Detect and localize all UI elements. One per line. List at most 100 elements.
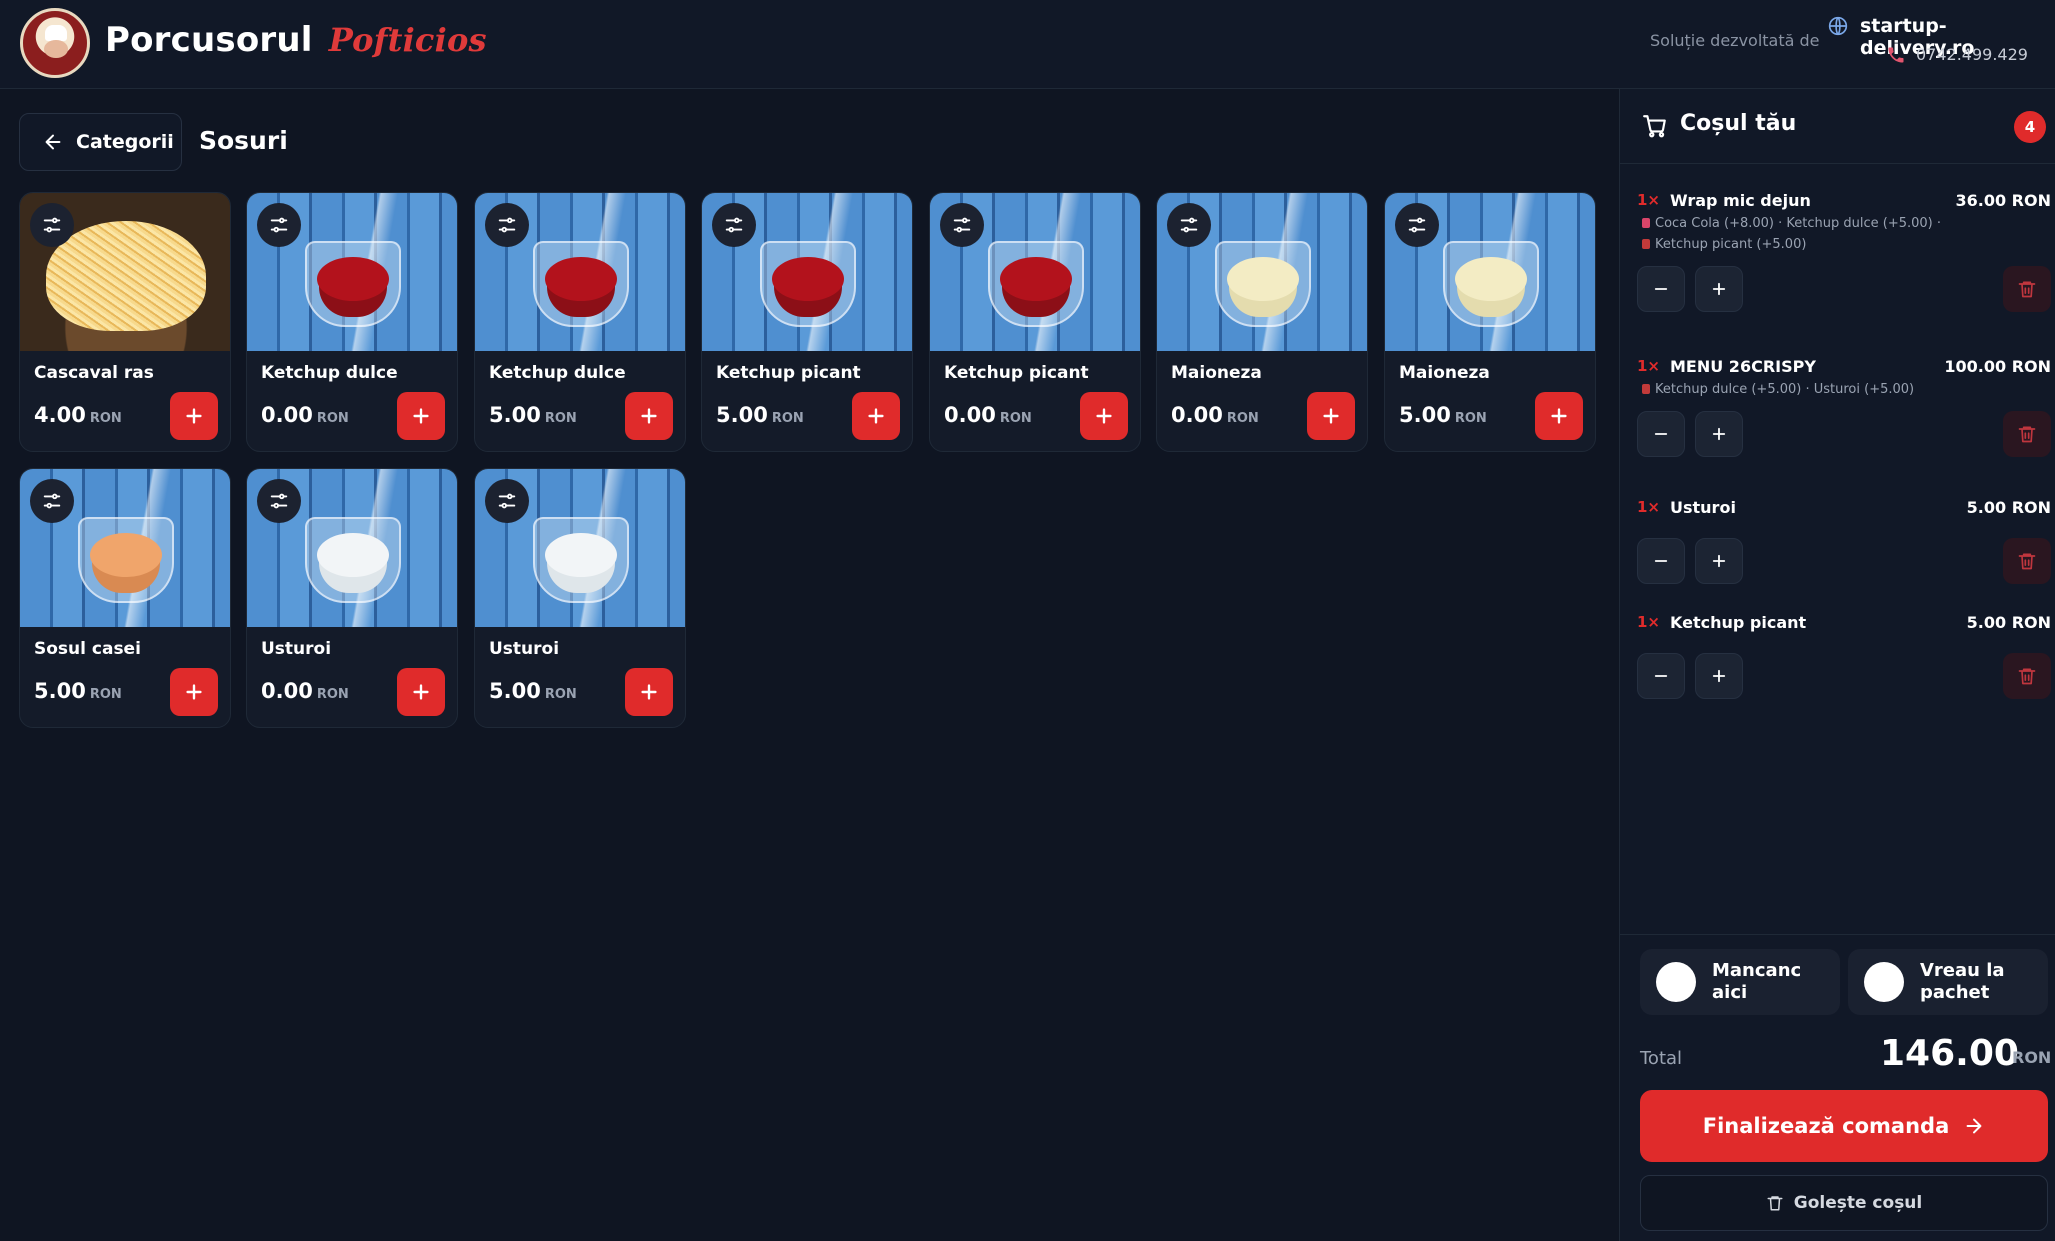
decrease-qty-button[interactable] (1637, 266, 1685, 312)
product-options-button[interactable] (1395, 203, 1439, 247)
takeaway-option[interactable]: Vreau la pachet (1848, 949, 2048, 1015)
back-to-categories-button[interactable]: Categorii (19, 113, 182, 171)
product-name: Ketchup dulce (261, 363, 398, 383)
product-name: Maioneza (1171, 363, 1262, 383)
remove-item-button[interactable] (2003, 266, 2051, 312)
add-to-cart-button[interactable] (1080, 392, 1128, 440)
product-options-button[interactable] (257, 479, 301, 523)
decrease-qty-button[interactable] (1637, 411, 1685, 457)
cart-item-name: MENU 26CRISPY (1670, 357, 1816, 376)
product-price-value: 0.00 (944, 403, 996, 427)
product-name: Ketchup picant (716, 363, 861, 383)
increase-qty-button[interactable] (1695, 411, 1743, 457)
cart-item-qty: 1× (1637, 191, 1661, 209)
total-currency: RON (2012, 1048, 2052, 1067)
product-options-button[interactable] (485, 479, 529, 523)
add-to-cart-button[interactable] (397, 668, 445, 716)
product-currency: RON (1226, 411, 1259, 426)
trash-icon (1767, 1196, 1783, 1211)
plus-icon (410, 405, 432, 427)
cart-item-qty: 1× (1637, 357, 1661, 375)
phone-link[interactable]: 0742.499.429 (1916, 45, 2028, 64)
plus-icon (183, 405, 205, 427)
total-label: Total (1640, 1048, 1683, 1069)
add-to-cart-button[interactable] (170, 668, 218, 716)
product-card[interactable]: Ketchup picant 5.00 RON (701, 192, 913, 452)
product-card[interactable]: Sosul casei 5.00 RON (19, 468, 231, 728)
cart-item-name: Usturoi (1670, 498, 1736, 517)
arrow-left-icon (45, 134, 61, 150)
plus-icon (638, 405, 660, 427)
product-options-button[interactable] (940, 203, 984, 247)
product-price: 0.00 RON (261, 679, 349, 703)
product-card[interactable]: Ketchup picant 0.00 RON (929, 192, 1141, 452)
dine-in-option[interactable]: Mancanc aici (1640, 949, 1840, 1015)
cart-item-price: 100.00 RON (1944, 357, 2051, 376)
product-options-button[interactable] (30, 479, 74, 523)
add-to-cart-button[interactable] (852, 392, 900, 440)
product-currency: RON (1454, 411, 1487, 426)
brand-title[interactable]: Porcusorul Pofticios (105, 20, 487, 60)
product-card[interactable]: Usturoi 0.00 RON (246, 468, 458, 728)
sliders-icon (496, 490, 518, 512)
product-price: 5.00 RON (716, 403, 804, 427)
category-title: Sosuri (199, 126, 288, 155)
product-card[interactable]: Maioneza 5.00 RON (1384, 192, 1596, 452)
option-icon (1642, 239, 1650, 249)
add-to-cart-button[interactable] (397, 392, 445, 440)
minus-icon (1652, 280, 1670, 298)
option-icon (1642, 218, 1650, 228)
decrease-qty-button[interactable] (1637, 538, 1685, 584)
remove-item-button[interactable] (2003, 653, 2051, 699)
brand-logo[interactable] (20, 8, 90, 78)
product-card[interactable]: Usturoi 5.00 RON (474, 468, 686, 728)
product-name: Ketchup dulce (489, 363, 626, 383)
product-options-button[interactable] (30, 203, 74, 247)
product-price-value: 0.00 (1171, 403, 1223, 427)
remove-item-button[interactable] (2003, 538, 2051, 584)
decrease-qty-button[interactable] (1637, 653, 1685, 699)
cart-item-options: Ketchup dulce (+5.00) · Usturoi (+5.00) (1642, 382, 1914, 397)
plus-icon (410, 681, 432, 703)
product-card[interactable]: Cascaval ras 4.00 RON (19, 192, 231, 452)
shopping-cart-icon (1643, 115, 1666, 138)
product-card[interactable]: Ketchup dulce 0.00 RON (246, 192, 458, 452)
clear-cart-label: Golește coșul (1793, 1193, 1923, 1213)
minus-icon (1652, 425, 1670, 443)
product-name: Maioneza (1399, 363, 1490, 383)
takeaway-radio[interactable] (1864, 962, 1904, 1002)
add-to-cart-button[interactable] (1535, 392, 1583, 440)
plus-icon (1710, 552, 1728, 570)
product-options-button[interactable] (485, 203, 529, 247)
clear-cart-button[interactable]: Golește coșul (1640, 1175, 2048, 1231)
takeaway-label-line1: Vreau la (1920, 960, 2005, 981)
product-options-button[interactable] (257, 203, 301, 247)
increase-qty-button[interactable] (1695, 266, 1743, 312)
product-options-button[interactable] (712, 203, 756, 247)
product-name: Ketchup picant (944, 363, 1089, 383)
cart-footer: Mancanc aici Vreau la pachet Total 146.0… (1620, 934, 2055, 1241)
product-currency: RON (999, 411, 1032, 426)
sliders-icon (496, 214, 518, 236)
plus-icon (1710, 280, 1728, 298)
add-to-cart-button[interactable] (625, 392, 673, 440)
add-to-cart-button[interactable] (170, 392, 218, 440)
checkout-button[interactable]: Finalizează comanda (1640, 1090, 2048, 1162)
product-name: Cascaval ras (34, 363, 154, 383)
product-card[interactable]: Ketchup dulce 5.00 RON (474, 192, 686, 452)
product-price-value: 5.00 (1399, 403, 1451, 427)
product-options-button[interactable] (1167, 203, 1211, 247)
dine-in-radio[interactable] (1656, 962, 1696, 1002)
add-to-cart-button[interactable] (1307, 392, 1355, 440)
add-to-cart-button[interactable] (625, 668, 673, 716)
trash-icon (2017, 666, 2037, 686)
takeaway-label: Vreau la pachet (1920, 960, 2005, 1004)
product-price-value: 0.00 (261, 679, 313, 703)
increase-qty-button[interactable] (1695, 653, 1743, 699)
arrow-right-icon (1966, 1118, 1982, 1134)
brand-script: Pofticios (328, 21, 487, 59)
remove-item-button[interactable] (2003, 411, 2051, 457)
product-card[interactable]: Maioneza 0.00 RON (1156, 192, 1368, 452)
product-price: 5.00 RON (1399, 403, 1487, 427)
increase-qty-button[interactable] (1695, 538, 1743, 584)
